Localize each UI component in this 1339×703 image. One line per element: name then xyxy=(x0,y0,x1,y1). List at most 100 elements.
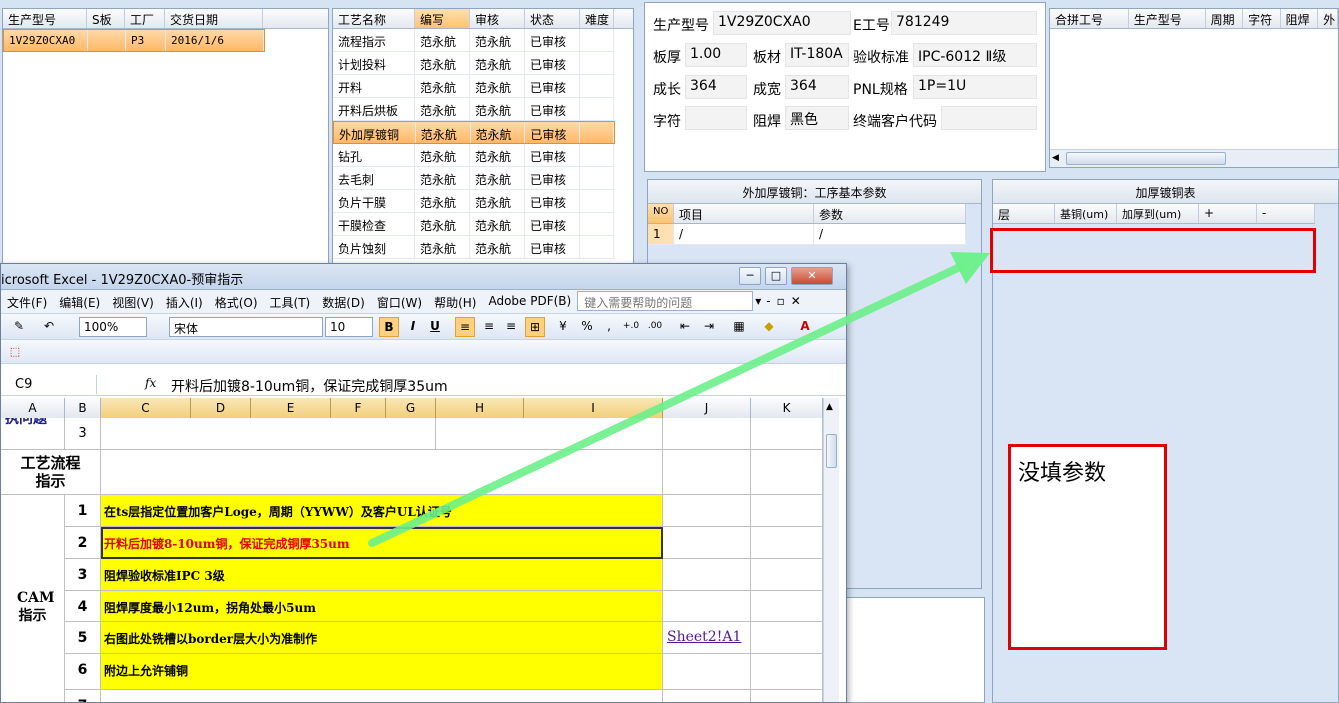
merge-center-icon[interactable]: ⊞ xyxy=(525,317,545,337)
e-no-field[interactable]: 781249 xyxy=(891,11,1037,35)
inc-decimal-icon[interactable]: +.0 xyxy=(621,317,641,337)
customer-field[interactable] xyxy=(941,106,1037,130)
cell-j-process[interactable] xyxy=(663,450,751,495)
close-button[interactable]: ✕ xyxy=(791,267,833,285)
merged-c-h[interactable] xyxy=(101,418,436,450)
col-header-K[interactable]: K xyxy=(751,398,823,418)
fill-color-icon[interactable]: ◆ xyxy=(759,317,779,337)
col-layer[interactable]: 层 xyxy=(993,204,1055,223)
doc-close-icon[interactable]: ✕ xyxy=(788,294,804,313)
formula-input[interactable]: 开料后加镀8-10um铜，保证完成铜厚35um xyxy=(171,376,448,396)
percent-icon[interactable]: % xyxy=(577,317,597,337)
undo-icon[interactable]: ↶ xyxy=(39,317,59,337)
col-delivery-date[interactable]: 交货日期 xyxy=(165,9,263,28)
process-merged[interactable] xyxy=(101,450,663,495)
menu-tools[interactable]: 工具(T) xyxy=(264,294,317,313)
col-no[interactable]: NO xyxy=(648,204,674,223)
cam-instruction-cell[interactable]: 阻焊厚度最小12um，拐角处最小5um xyxy=(101,591,663,622)
col-header-G[interactable]: G xyxy=(386,398,436,418)
maximize-button[interactable]: □ xyxy=(765,267,787,285)
col-writer[interactable]: 编写 xyxy=(415,9,470,28)
col-plus[interactable]: + xyxy=(1199,204,1257,223)
table-row[interactable]: 负片干膜 范永航 范永航 已审核 xyxy=(333,190,615,213)
sheet-grid[interactable]: A B C D E F G H I J K 执问题 3 工艺流程指示 CAM指示… xyxy=(1,398,839,702)
table-row[interactable]: 1 / / xyxy=(648,224,966,245)
cell-j[interactable] xyxy=(663,690,751,702)
a-top-cell[interactable]: 执问题 xyxy=(1,418,65,450)
section-process[interactable]: 工艺流程指示 xyxy=(1,450,101,495)
row-number[interactable]: 3 xyxy=(65,559,101,591)
pdf-icon[interactable]: ⬚ xyxy=(5,342,25,362)
table-row[interactable]: 干膜检查 范永航 范永航 已审核 xyxy=(333,213,615,236)
menu-insert[interactable]: 插入(I) xyxy=(160,294,209,313)
menu-edit[interactable]: 编辑(E) xyxy=(53,294,106,313)
col-header-E[interactable]: E xyxy=(251,398,331,418)
table-row[interactable]: 流程指示 范永航 范永航 已审核 xyxy=(333,29,615,52)
col-process-name[interactable]: 工艺名称 xyxy=(333,9,415,28)
cell-k[interactable] xyxy=(751,622,823,654)
char-field[interactable] xyxy=(685,106,747,130)
col-header-A[interactable]: A xyxy=(1,398,65,418)
menu-format[interactable]: 格式(O) xyxy=(209,294,264,313)
doc-restore-icon[interactable]: ▫ xyxy=(774,294,788,313)
align-left-icon[interactable]: ≡ xyxy=(455,317,475,337)
col-difficulty[interactable]: 难度 xyxy=(580,9,614,28)
col-header-B[interactable]: B xyxy=(65,398,101,418)
cell-k[interactable] xyxy=(751,690,823,702)
cell-k[interactable] xyxy=(751,527,823,559)
col-merge-extra[interactable]: 外 xyxy=(1318,9,1338,28)
merged-i[interactable] xyxy=(436,418,663,450)
zoom-select[interactable]: 100% xyxy=(79,317,147,337)
excel-title-bar[interactable]: icrosoft Excel - 1V29Z0CXA0-预审指示 xyxy=(1,264,846,290)
cell-j3[interactable] xyxy=(663,418,751,450)
cell-k[interactable] xyxy=(751,654,823,690)
col-merge-model[interactable]: 生产型号 xyxy=(1129,9,1206,28)
length-field[interactable]: 364 xyxy=(685,75,747,99)
cell-j[interactable] xyxy=(663,495,751,527)
table-row[interactable]: 开料 范永航 范永航 已审核 xyxy=(333,75,615,98)
cam-instruction-cell[interactable] xyxy=(101,690,663,702)
mask-field[interactable]: 黑色 xyxy=(785,106,849,130)
cell-j[interactable] xyxy=(663,654,751,690)
menu-data[interactable]: 数据(D) xyxy=(316,294,371,313)
cam-instruction-cell[interactable]: 附边上允许铺铜 xyxy=(101,654,663,690)
font-color-icon[interactable]: A xyxy=(795,317,815,337)
menu-help[interactable]: 帮助(H) xyxy=(428,294,482,313)
bold-button[interactable]: B xyxy=(379,317,399,337)
section-cam[interactable]: CAM指示 xyxy=(1,495,65,702)
col-header-J[interactable]: J xyxy=(663,398,751,418)
menu-view[interactable]: 视图(V) xyxy=(106,294,160,313)
table-row[interactable]: 钻孔 范永航 范永航 已审核 xyxy=(333,144,615,167)
col-reviewer[interactable]: 审核 xyxy=(470,9,525,28)
brush-icon[interactable]: ✎ xyxy=(9,317,29,337)
row-number[interactable]: 6 xyxy=(65,654,101,690)
scroll-left-arrow[interactable]: ◀ xyxy=(1052,153,1064,165)
font-size-select[interactable]: 10 xyxy=(325,317,373,337)
col-merge-mask[interactable]: 阻焊 xyxy=(1281,9,1319,28)
currency-icon[interactable]: ¥ xyxy=(553,317,573,337)
scroll-thumb[interactable] xyxy=(1066,152,1226,165)
col-header-H[interactable]: H xyxy=(436,398,524,418)
italic-button[interactable]: I xyxy=(403,317,423,337)
col-merge-no[interactable]: 合拼工号 xyxy=(1050,9,1129,28)
scroll-thumb[interactable] xyxy=(826,434,837,468)
width-field[interactable]: 364 xyxy=(785,75,849,99)
merge-hscrollbar[interactable]: ◀ xyxy=(1050,149,1338,167)
col-minus[interactable]: - xyxy=(1257,204,1315,223)
doc-minimize-icon[interactable]: - xyxy=(763,294,773,313)
table-row[interactable]: 外加厚镀铜 范永航 范永航 已审核 xyxy=(333,121,615,144)
col-header-C[interactable]: C xyxy=(101,398,191,418)
cell-k[interactable] xyxy=(751,559,823,591)
cam-instruction-cell[interactable]: 右图此处铣槽以border层大小为准制作 xyxy=(101,622,663,654)
row-number[interactable]: 5 xyxy=(65,622,101,654)
col-base-cu[interactable]: 基铜(um) xyxy=(1055,204,1117,223)
prod-model-field[interactable]: 1V29Z0CXA0 xyxy=(713,11,851,35)
col-header-I[interactable]: I xyxy=(524,398,663,418)
excel-window[interactable]: icrosoft Excel - 1V29Z0CXA0-预审指示 ─ □ ✕ 文… xyxy=(0,263,847,703)
name-box[interactable]: C9 xyxy=(1,375,97,394)
font-select[interactable]: 宋体 xyxy=(169,317,323,337)
cell-j[interactable] xyxy=(663,527,751,559)
row-number[interactable]: 4 xyxy=(65,591,101,622)
col-header-F[interactable]: F xyxy=(331,398,386,418)
cam-instruction-cell[interactable]: 阻焊验收标准IPC 3级 xyxy=(101,559,663,591)
